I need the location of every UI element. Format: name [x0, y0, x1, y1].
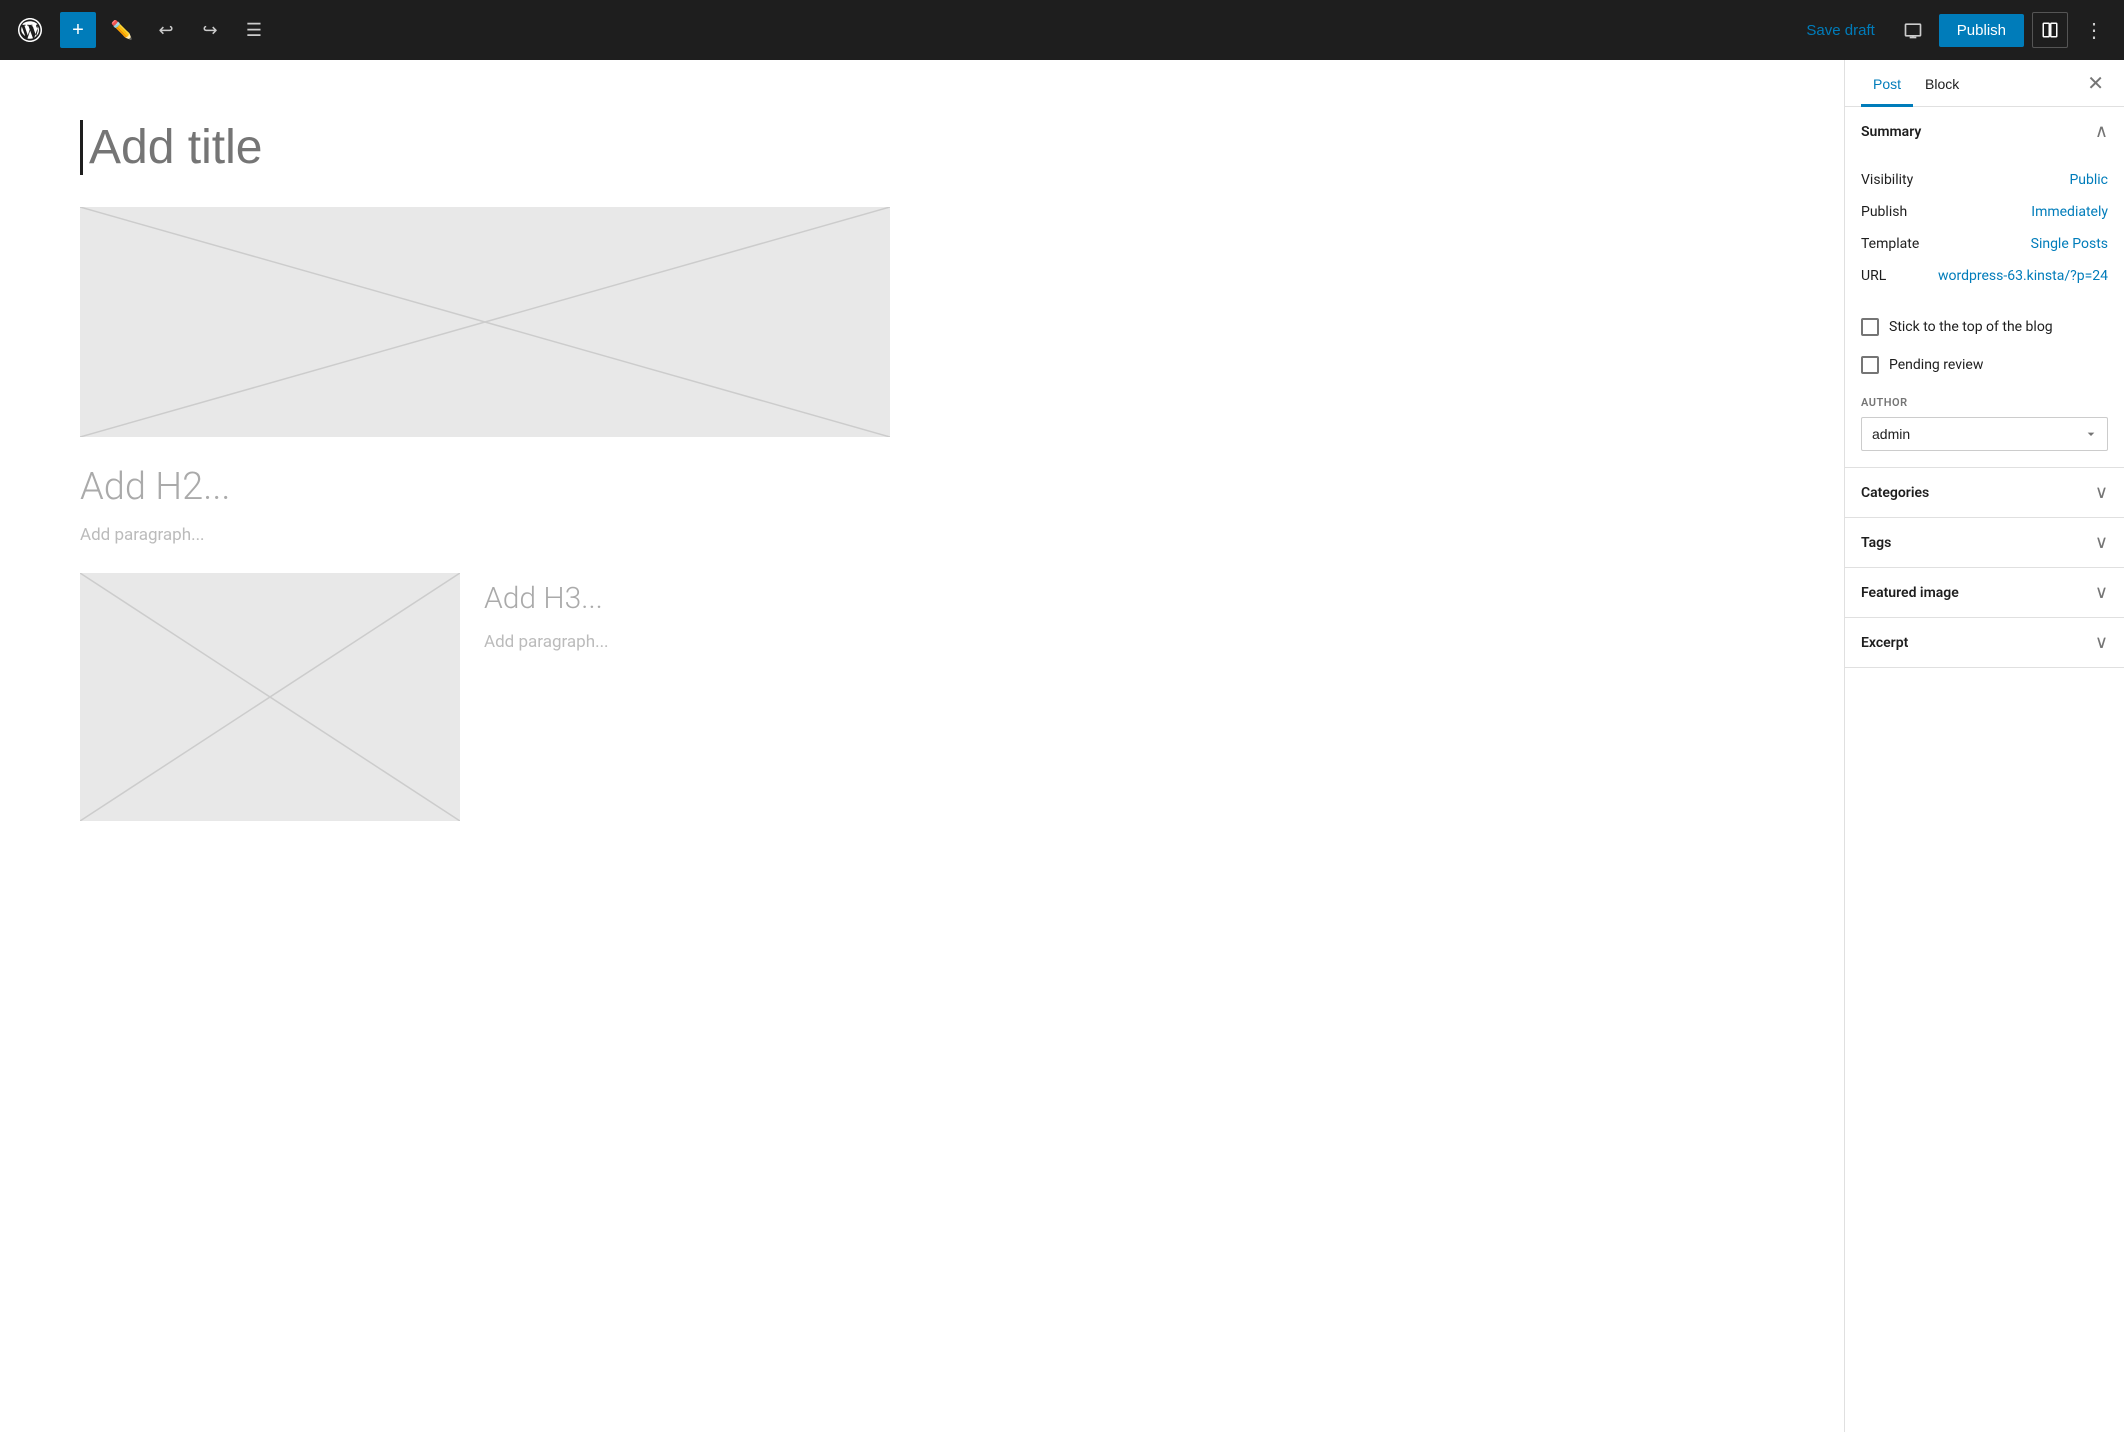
publish-row: Publish Immediately — [1861, 196, 2108, 228]
template-row: Template Single Posts — [1861, 228, 2108, 260]
save-draft-button[interactable]: Save draft — [1794, 14, 1886, 47]
featured-image-header[interactable]: Featured image ∨ — [1845, 568, 2124, 617]
post-title-input[interactable] — [80, 120, 1764, 175]
pending-review-label: Pending review — [1889, 357, 1983, 373]
url-row: URL wordpress-63.kinsta/?p=24 — [1861, 260, 2108, 292]
summary-chevron-icon: ∧ — [2095, 121, 2108, 142]
categories-section: Categories ∨ — [1845, 468, 2124, 518]
stick-to-top-checkbox[interactable] — [1861, 318, 1879, 336]
sidebar-toggle-button[interactable] — [2032, 12, 2068, 48]
author-label: AUTHOR — [1861, 396, 2108, 409]
h2-placeholder[interactable]: Add H2... — [80, 465, 1764, 509]
publish-label: Publish — [1861, 204, 1907, 220]
excerpt-section: Excerpt ∨ — [1845, 618, 2124, 668]
editor-area: Add H2... Add paragraph... Add H3... Add… — [0, 60, 1844, 1432]
summary-section-header[interactable]: Summary ∧ — [1845, 107, 2124, 156]
main-layout: Add H2... Add paragraph... Add H3... Add… — [0, 60, 2124, 1432]
publish-value[interactable]: Immediately — [2031, 204, 2108, 220]
summary-content: Visibility Public Publish Immediately Te… — [1845, 156, 2124, 308]
tools-button[interactable]: ✏️ — [104, 12, 140, 48]
more-options-button[interactable]: ⋮ — [2076, 12, 2112, 48]
pending-review-row[interactable]: Pending review — [1845, 346, 2124, 384]
sidebar: Post Block ✕ Summary ∧ Visibility Public… — [1844, 60, 2124, 1432]
summary-section: Summary ∧ Visibility Public Publish Imme… — [1845, 107, 2124, 468]
paragraph-placeholder[interactable]: Add paragraph... — [80, 525, 1764, 545]
sidebar-close-button[interactable]: ✕ — [2083, 60, 2108, 106]
tab-block[interactable]: Block — [1913, 60, 1971, 106]
template-value[interactable]: Single Posts — [2031, 236, 2108, 252]
featured-image-placeholder — [80, 207, 890, 437]
tab-post[interactable]: Post — [1861, 60, 1913, 106]
tags-title: Tags — [1861, 535, 1891, 551]
col-text-section: Add H3... Add paragraph... — [484, 573, 1764, 821]
paragraph2-placeholder[interactable]: Add paragraph... — [484, 632, 1764, 652]
excerpt-header[interactable]: Excerpt ∨ — [1845, 618, 2124, 667]
categories-title: Categories — [1861, 485, 1929, 501]
redo-button[interactable]: ↪ — [192, 12, 228, 48]
pending-review-checkbox[interactable] — [1861, 356, 1879, 374]
summary-title: Summary — [1861, 124, 1921, 140]
add-block-button[interactable]: + — [60, 12, 96, 48]
h3-placeholder[interactable]: Add H3... — [484, 581, 1764, 616]
undo-button[interactable]: ↩ — [148, 12, 184, 48]
wp-logo-icon — [12, 12, 48, 48]
categories-header[interactable]: Categories ∨ — [1845, 468, 2124, 517]
two-col-section: Add H3... Add paragraph... — [80, 573, 1764, 821]
featured-image-chevron-icon: ∨ — [2095, 582, 2108, 603]
url-label: URL — [1861, 268, 1886, 284]
stick-to-top-label: Stick to the top of the blog — [1889, 319, 2053, 335]
sidebar-tabs: Post Block ✕ — [1845, 60, 2124, 107]
list-view-button[interactable]: ☰ — [236, 12, 272, 48]
topbar: + ✏️ ↩ ↪ ☰ Save draft Publish ⋮ — [0, 0, 2124, 60]
excerpt-chevron-icon: ∨ — [2095, 632, 2108, 653]
tags-section: Tags ∨ — [1845, 518, 2124, 568]
template-label: Template — [1861, 236, 1919, 252]
col-image-placeholder — [80, 573, 460, 821]
author-section: AUTHOR admin — [1845, 384, 2124, 467]
excerpt-title: Excerpt — [1861, 635, 1908, 651]
visibility-value[interactable]: Public — [2069, 172, 2108, 188]
tags-chevron-icon: ∨ — [2095, 532, 2108, 553]
visibility-label: Visibility — [1861, 172, 1913, 188]
tags-header[interactable]: Tags ∨ — [1845, 518, 2124, 567]
preview-button[interactable] — [1895, 12, 1931, 48]
categories-chevron-icon: ∨ — [2095, 482, 2108, 503]
author-select[interactable]: admin — [1861, 417, 2108, 451]
stick-to-top-row[interactable]: Stick to the top of the blog — [1845, 308, 2124, 346]
visibility-row: Visibility Public — [1861, 164, 2108, 196]
publish-button[interactable]: Publish — [1939, 14, 2024, 47]
featured-image-section: Featured image ∨ — [1845, 568, 2124, 618]
featured-image-title: Featured image — [1861, 585, 1959, 601]
url-value[interactable]: wordpress-63.kinsta/?p=24 — [1938, 268, 2108, 284]
